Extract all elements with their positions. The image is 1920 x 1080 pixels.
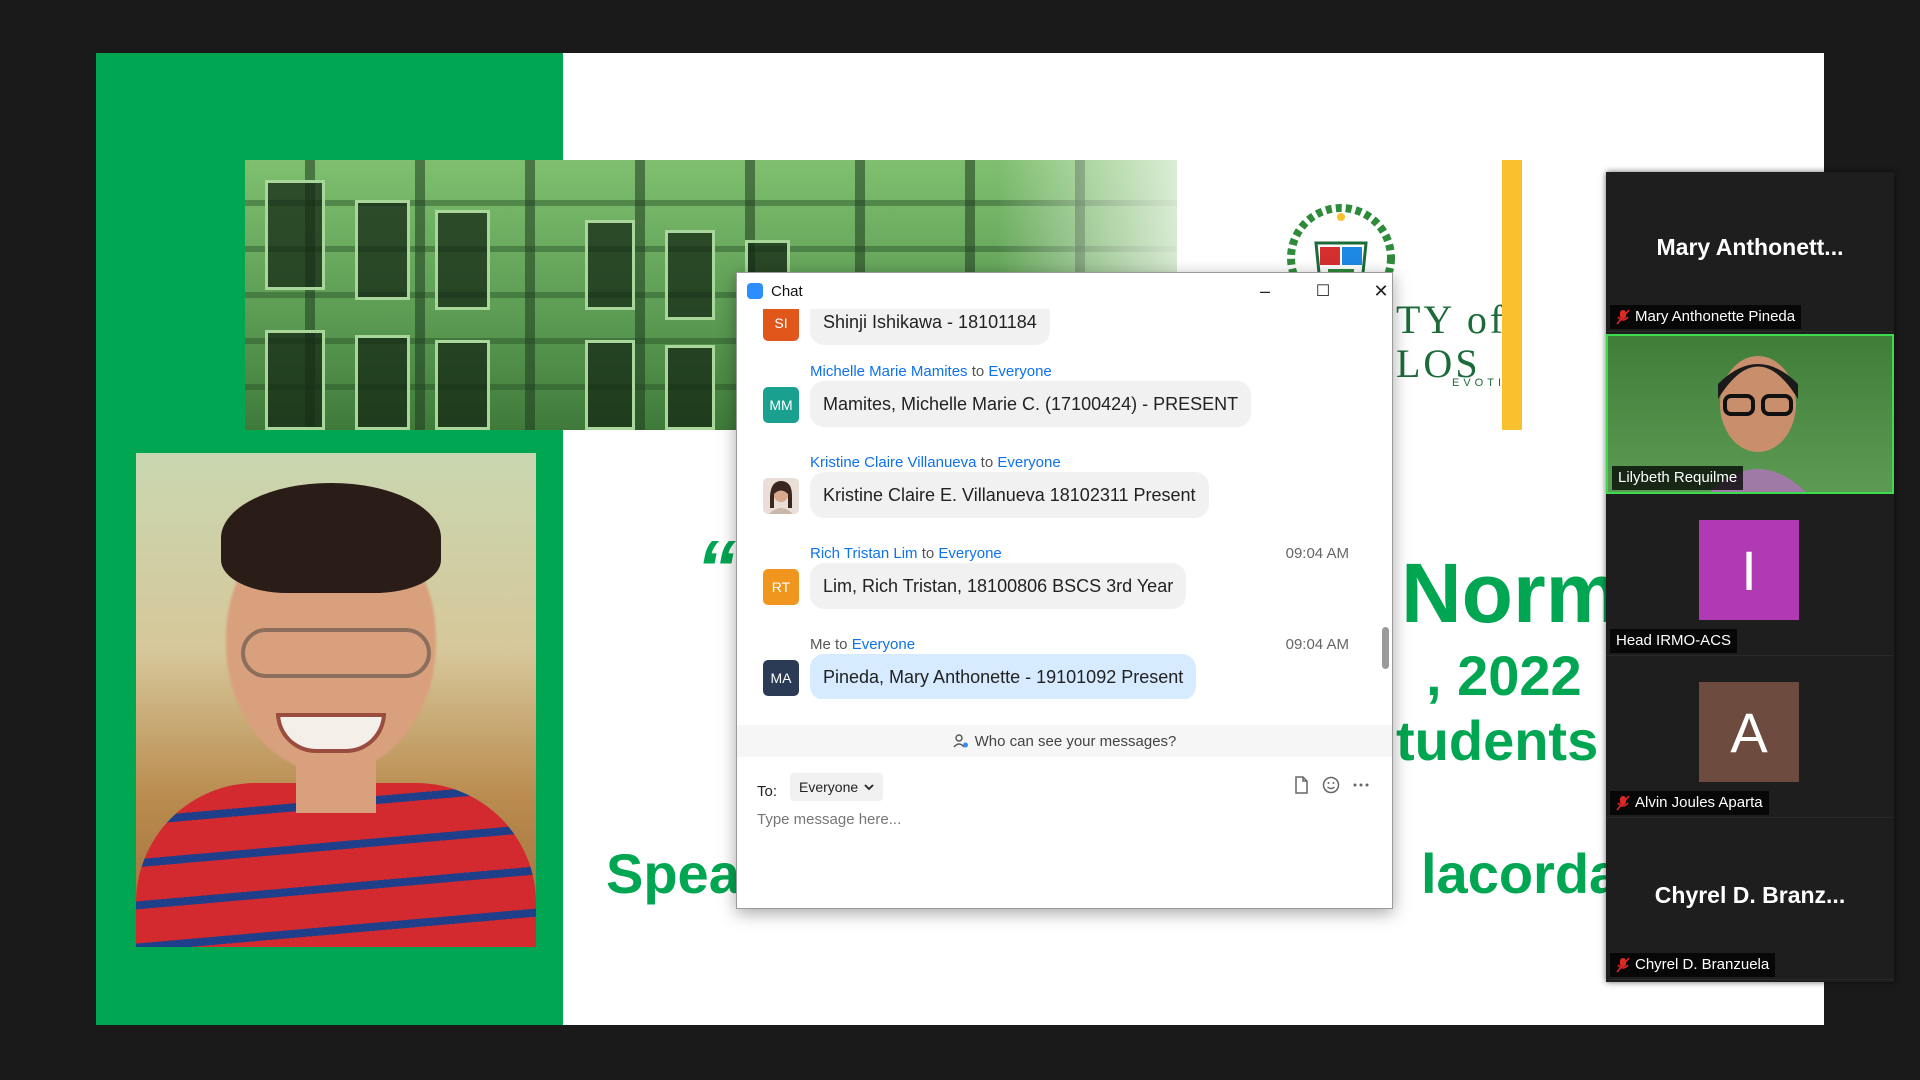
participant-name-label: Chyrel D. Branzuela xyxy=(1610,953,1776,977)
file-icon[interactable] xyxy=(1292,776,1310,794)
message-to-word: to xyxy=(835,636,848,653)
minimize-button[interactable]: – xyxy=(1245,277,1285,305)
recipient-dropdown-value: Everyone xyxy=(799,779,859,795)
chat-scrollbar-thumb[interactable] xyxy=(1382,627,1389,669)
message-sender[interactable]: Kristine Claire Villanueva xyxy=(810,454,976,471)
mic-muted-icon xyxy=(1616,795,1630,811)
slide-audience: tudents xyxy=(1396,709,1599,772)
screen: TY of LOS EVOTIO “ Norma , 2022 tudents … xyxy=(0,0,1920,1080)
chat-message: Michelle Marie Mamites to Everyone MM Ma… xyxy=(737,363,1377,443)
message-sender[interactable]: Rich Tristan Lim xyxy=(810,545,918,562)
message-to-word: to xyxy=(921,545,935,562)
sender-avatar: MM xyxy=(763,387,799,423)
sender-avatar: SI xyxy=(763,309,799,341)
chat-message-input[interactable] xyxy=(757,811,1372,901)
participant-name-label: Mary Anthonette Pineda xyxy=(1610,305,1802,329)
participant-name: Chyrel D. Branzuela xyxy=(1635,956,1770,973)
chat-message: Kristine Claire Villanueva to Everyone K… xyxy=(737,454,1377,534)
message-header: Me to Everyone xyxy=(810,636,915,653)
speaker-photo xyxy=(136,453,536,947)
chat-titlebar[interactable]: Chat – ☐ ✕ xyxy=(737,273,1392,309)
message-recipient[interactable]: Everyone xyxy=(852,636,915,653)
message-text: Lim, Rich Tristan, 18100806 BSCS 3rd Yea… xyxy=(810,563,1187,609)
mic-muted-icon xyxy=(1616,957,1630,973)
message-sender: Me xyxy=(810,636,831,653)
message-header: Michelle Marie Mamites to Everyone xyxy=(810,363,1052,380)
participant-name: Alvin Joules Aparta xyxy=(1635,794,1763,811)
zoom-app-icon xyxy=(747,283,763,299)
participant-avatar: A xyxy=(1699,682,1799,782)
close-button[interactable]: ✕ xyxy=(1361,277,1401,305)
message-time: 09:04 AM xyxy=(1285,545,1349,562)
chat-window-title: Chat xyxy=(771,283,803,300)
recipient-to-label: To: xyxy=(757,783,778,800)
chat-message: SI Shinji Ishikawa - 18101184 xyxy=(737,309,1377,345)
more-options-icon[interactable] xyxy=(1352,776,1370,794)
participant-name-label: Lilybeth Requilme xyxy=(1612,466,1744,490)
participant-tile[interactable]: Chyrel D. Branz... Chyrel D. Branzuela xyxy=(1606,820,1894,980)
message-recipient[interactable]: Everyone xyxy=(938,545,1001,562)
participant-display-name: Mary Anthonett... xyxy=(1656,234,1844,260)
user-eye-icon xyxy=(953,734,968,748)
participant-name: Lilybeth Requilme xyxy=(1618,469,1738,486)
message-recipient[interactable]: Everyone xyxy=(997,454,1060,471)
participant-tile[interactable]: A Alvin Joules Aparta xyxy=(1606,658,1894,818)
message-recipient[interactable]: Everyone xyxy=(988,363,1051,380)
message-header: Rich Tristan Lim to Everyone xyxy=(810,545,1002,562)
message-text: Shinji Ishikawa - 18101184 xyxy=(810,309,1050,345)
message-time: 09:04 AM xyxy=(1285,636,1349,653)
participant-avatar: I xyxy=(1699,520,1799,620)
participant-display-name: Chyrel D. Branz... xyxy=(1654,882,1846,908)
participant-tile[interactable]: I Head IRMO-ACS xyxy=(1606,496,1894,656)
message-visibility-notice[interactable]: Who can see your messages? xyxy=(737,725,1392,757)
message-header: Kristine Claire Villanueva to Everyone xyxy=(810,454,1061,471)
university-logo-text: TY of LOS xyxy=(1396,297,1507,386)
chat-message: Rich Tristan Lim to Everyone 09:04 AM RT… xyxy=(737,545,1377,625)
participants-gallery[interactable]: Mary Anthonett... Mary Anthonette Pineda… xyxy=(1606,172,1894,982)
chat-scrollbar[interactable] xyxy=(1379,309,1391,699)
gold-accent-bar xyxy=(1502,160,1522,430)
recipient-dropdown[interactable]: Everyone xyxy=(790,773,884,801)
message-sender[interactable]: Michelle Marie Mamites xyxy=(810,363,968,380)
participant-name-label: Head IRMO-ACS xyxy=(1610,629,1738,653)
mic-muted-icon xyxy=(1616,309,1630,325)
message-text: Kristine Claire E. Villanueva 18102311 P… xyxy=(810,472,1209,518)
emoji-icon[interactable] xyxy=(1322,776,1340,794)
participant-video-tile[interactable]: Lilybeth Requilme xyxy=(1606,334,1894,494)
slide-date: , 2022 xyxy=(1426,644,1582,707)
participant-name: Mary Anthonette Pineda xyxy=(1635,308,1796,325)
chat-message-own: Me to Everyone 09:04 AM MA Pineda, Mary … xyxy=(737,636,1377,699)
message-text: Mamites, Michelle Marie C. (17100424) - … xyxy=(810,381,1252,427)
compose-toolbar xyxy=(1292,776,1370,794)
message-to-word: to xyxy=(971,363,985,380)
slide-quote-mark: “ xyxy=(696,524,736,613)
sender-photo-avatar xyxy=(763,478,799,514)
sender-avatar: MA xyxy=(763,660,799,696)
chat-message-list[interactable]: SI Shinji Ishikawa - 18101184 Michelle M… xyxy=(737,309,1377,699)
maximize-button[interactable]: ☐ xyxy=(1303,277,1343,305)
chevron-down-icon xyxy=(864,784,874,791)
chat-window[interactable]: Chat – ☐ ✕ SI Shinji Ishikawa - 18101184… xyxy=(736,272,1393,909)
message-text: Pineda, Mary Anthonette - 19101092 Prese… xyxy=(810,654,1197,699)
participant-tile[interactable]: Mary Anthonett... Mary Anthonette Pineda xyxy=(1606,172,1894,332)
message-to-word: to xyxy=(980,454,994,471)
sender-avatar: RT xyxy=(763,569,799,605)
participant-name: Head IRMO-ACS xyxy=(1616,632,1732,649)
participant-name-label: Alvin Joules Aparta xyxy=(1610,791,1769,815)
visibility-notice-text: Who can see your messages? xyxy=(974,732,1177,750)
